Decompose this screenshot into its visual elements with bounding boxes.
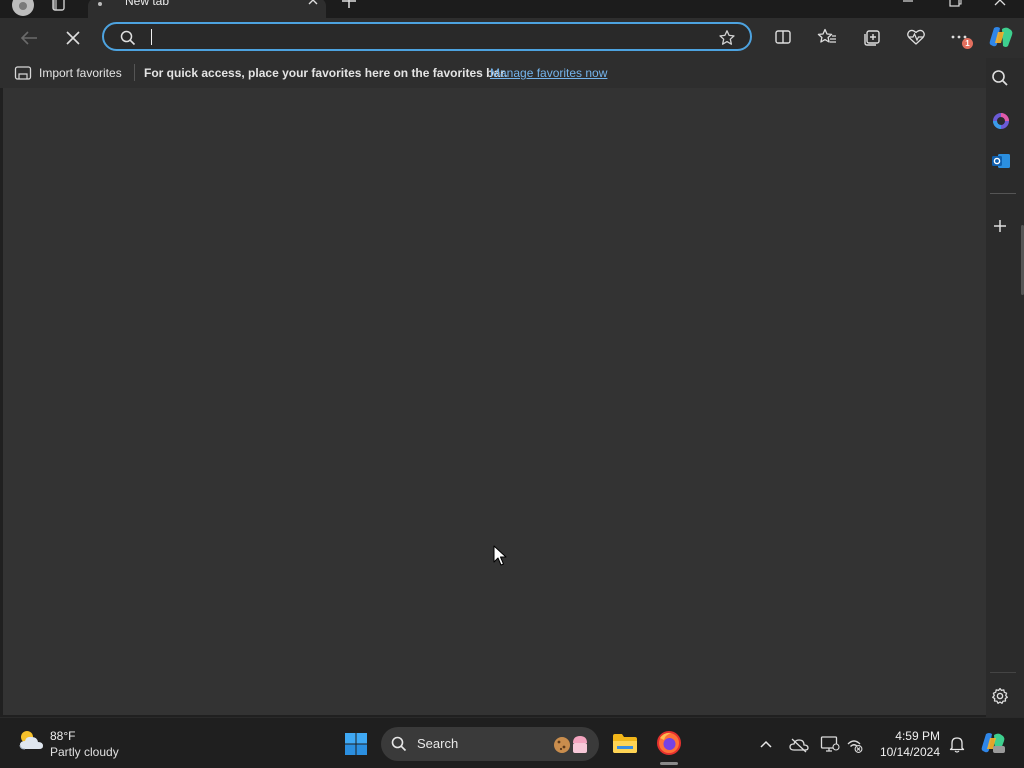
tab-title: New tab: [125, 0, 170, 8]
back-button[interactable]: [18, 29, 40, 47]
sidebar-copilot-icon[interactable]: [991, 111, 1011, 131]
taskbar-search-box[interactable]: Search: [381, 727, 599, 761]
search-icon: [120, 30, 136, 46]
weather-condition[interactable]: Partly cloudy: [50, 745, 119, 759]
onedrive-icon[interactable]: [789, 737, 809, 753]
running-app-indicator: [660, 762, 678, 765]
page-content[interactable]: [3, 88, 986, 715]
clock-time[interactable]: 4:59 PM: [876, 729, 940, 743]
stop-loading-button[interactable]: [64, 29, 82, 47]
minimize-button[interactable]: [900, 0, 916, 8]
address-bar[interactable]: [102, 22, 752, 51]
sidebar-add-icon[interactable]: [991, 217, 1009, 235]
browser-essentials-icon[interactable]: [906, 28, 926, 46]
sidebar-outlook-icon[interactable]: [991, 151, 1011, 171]
text-caret: [151, 29, 152, 45]
windows-start-icon[interactable]: [344, 732, 368, 756]
taskbar-search-label: Search: [417, 736, 459, 751]
copilot-icon[interactable]: [988, 24, 1014, 50]
import-favorites-button[interactable]: Import favorites: [14, 64, 122, 82]
add-favorite-star-icon[interactable]: [718, 29, 736, 47]
split-screen-icon[interactable]: [774, 28, 792, 46]
sidebar-divider: [990, 193, 1016, 194]
close-window-button[interactable]: [992, 0, 1008, 8]
weather-icon[interactable]: [16, 727, 46, 753]
taskbar-copilot-icon[interactable]: [980, 731, 1006, 755]
sidebar-divider: [990, 672, 1016, 673]
notification-badge: 1: [962, 38, 973, 49]
search-highlight-icon: [551, 733, 591, 755]
favorites-bar-hint: For quick access, place your favorites h…: [144, 66, 508, 80]
chevron-up-icon[interactable]: [758, 737, 774, 751]
weather-temperature[interactable]: 88°F: [50, 729, 75, 743]
tab-actions-icon[interactable]: [50, 0, 68, 14]
favorites-icon[interactable]: [817, 28, 837, 46]
import-favorites-icon: [14, 65, 32, 81]
new-tab-button[interactable]: [340, 0, 358, 10]
tab-favicon-icon: [98, 2, 102, 6]
search-icon: [391, 736, 407, 752]
file-explorer-icon[interactable]: [611, 729, 639, 757]
address-input[interactable]: [148, 27, 712, 49]
sidebar-settings-icon[interactable]: [991, 687, 1009, 705]
import-favorites-label: Import favorites: [39, 66, 122, 80]
tab-new-tab[interactable]: New tab: [88, 0, 326, 18]
tab-close-icon[interactable]: [306, 0, 320, 7]
display-icon[interactable]: [820, 735, 840, 753]
network-icon[interactable]: [846, 736, 864, 754]
bell-icon[interactable]: [948, 735, 966, 753]
favorites-bar-divider: [134, 64, 135, 81]
manage-favorites-link[interactable]: Manage favorites now: [490, 66, 607, 80]
firefox-icon[interactable]: [655, 729, 683, 757]
restore-button[interactable]: [947, 0, 963, 8]
sidebar-search-icon[interactable]: [991, 69, 1009, 87]
mouse-cursor-icon: [493, 545, 507, 567]
clock-date[interactable]: 10/14/2024: [872, 745, 940, 759]
collections-icon[interactable]: [862, 28, 882, 46]
